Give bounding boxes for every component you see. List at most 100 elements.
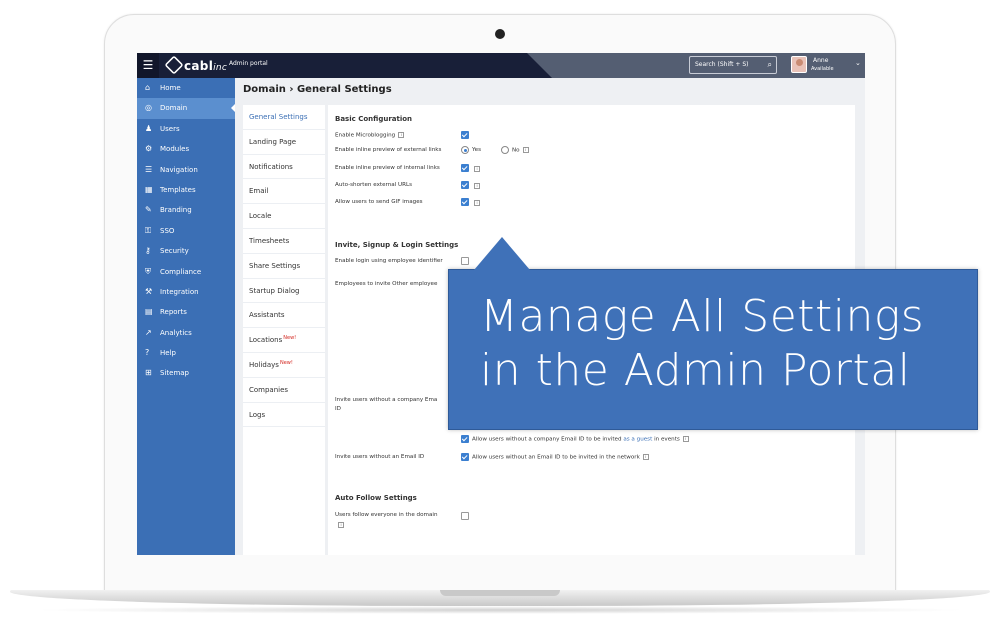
sidebar-item-sso[interactable]: ⚿ SSO — [137, 221, 235, 241]
no-email-checkbox[interactable] — [461, 453, 469, 461]
no-company-email-label-2: ID — [335, 406, 341, 412]
sidebar-item-reports[interactable]: ▤ Reports — [137, 302, 235, 322]
modules-icon: ⚙ — [145, 144, 153, 154]
internal-links-checkbox[interactable] — [461, 164, 469, 172]
logo-suffix: inc — [213, 63, 228, 73]
sidebar-item-label: Integration — [160, 287, 199, 296]
subnav-item-label: Landing Page — [249, 137, 297, 146]
sidebar-item-label: Compliance — [160, 267, 202, 276]
subnav-item-label: Timesheets — [249, 236, 290, 245]
camera-dot — [495, 29, 505, 39]
sidebar-item-label: Home — [160, 84, 181, 92]
logo[interactable]: cablinc — [184, 59, 227, 73]
invite-other-label: Employees to invite Other employee — [335, 281, 438, 287]
as-guest-link[interactable]: as a guest — [623, 437, 652, 443]
sidebar-item-templates[interactable]: ▦ Templates — [137, 180, 235, 200]
home-icon: ⌂ — [145, 83, 151, 92]
subnav-item-assistants[interactable]: Assistants — [243, 303, 325, 329]
info-icon[interactable]: i — [522, 147, 529, 153]
employee-id-label: Enable login using employee identifier — [335, 258, 443, 264]
follow-everyone-checkbox[interactable] — [461, 512, 469, 520]
sidebar-item-label: Modules — [160, 145, 190, 154]
guest-invite-checkbox[interactable] — [461, 435, 469, 443]
subnav-item-label: Companies — [249, 385, 289, 394]
user-menu[interactable]: Anne Available ⌄ — [789, 53, 865, 78]
logo-icon — [164, 55, 184, 75]
sidebar-item-domain[interactable]: ◎ Domain — [137, 98, 236, 119]
key-icon: ⚷ — [145, 246, 151, 256]
gif-checkbox[interactable] — [461, 198, 469, 206]
subnav-item-startup-dialog[interactable]: Startup Dialog — [243, 279, 325, 304]
subnav-item-share-settings[interactable]: Share Settings — [243, 254, 325, 279]
subnav-item-label: Holidays — [249, 360, 279, 369]
guest-invite-text: Allow users without a company Email ID t… — [472, 436, 622, 443]
subnav-item-locations[interactable]: LocationsNew! — [243, 328, 325, 353]
info-icon[interactable]: i — [474, 166, 480, 172]
subnav-item-general-settings[interactable]: General Settings — [243, 105, 325, 130]
info-icon[interactable]: i — [642, 454, 649, 460]
avatar[interactable] — [791, 56, 807, 73]
external-links-no-radio[interactable] — [501, 146, 509, 154]
info-icon[interactable]: i — [474, 200, 480, 206]
search-input[interactable]: Search (Shift + S) ⌕ — [689, 56, 777, 74]
info-icon[interactable]: i — [338, 522, 344, 528]
portal-label: Admin portal — [229, 60, 268, 67]
subnav-item-landing-page[interactable]: Landing Page — [243, 130, 325, 155]
subnav-item-email[interactable]: Email — [243, 179, 325, 205]
sidebar-item-integration[interactable]: ⚒ Integration — [137, 282, 235, 302]
microblogging-text: Enable Microblogging — [335, 132, 396, 139]
subnav-item-holidays[interactable]: HolidaysNew! — [243, 353, 325, 378]
subnav-item-timesheets[interactable]: Timesheets — [243, 229, 325, 254]
new-badge: New! — [279, 359, 293, 366]
subnav-item-companies[interactable]: Companies — [243, 378, 325, 403]
microblogging-checkbox[interactable] — [461, 131, 469, 139]
sidebar-item-label: Domain — [160, 104, 188, 113]
no-email-option-text: Allow users without an Email ID to be in… — [472, 454, 640, 461]
microblogging-label: Enable Microblogging i — [335, 132, 405, 139]
sidebar-item-label: Users — [160, 124, 180, 133]
info-icon[interactable]: i — [682, 436, 689, 442]
sidebar-item-analytics[interactable]: ↗ Analytics — [137, 323, 235, 343]
sidebar-item-branding[interactable]: ✎ Branding — [137, 200, 235, 220]
hamburger-icon[interactable]: ☰ — [137, 53, 159, 78]
subnav-item-locale[interactable]: Locale — [243, 204, 325, 229]
subnav-item-notifications[interactable]: Notifications — [243, 155, 325, 180]
sidebar-item-help[interactable]: ? Help — [137, 343, 235, 363]
invite-settings-heading: Invite, Signup & Login Settings — [335, 241, 459, 249]
internal-links-label: Enable inline preview of internal links — [335, 165, 440, 171]
sidebar-item-modules[interactable]: ⚙ Modules — [137, 139, 235, 159]
auto-follow-heading: Auto Follow Settings — [335, 494, 417, 502]
subnav-item-logs[interactable]: Logs — [243, 403, 325, 428]
sidebar-item-compliance[interactable]: ⛨ Compliance — [137, 262, 235, 282]
yes-label: Yes — [472, 147, 482, 153]
subnav-item-label: Assistants — [249, 311, 285, 320]
sidebar-item-label: Sitemap — [160, 369, 189, 378]
chevron-down-icon[interactable]: ⌄ — [855, 59, 861, 67]
info-icon[interactable]: i — [398, 132, 405, 138]
auto-shorten-checkbox[interactable] — [461, 181, 469, 189]
page-title: Domain › General Settings — [243, 84, 392, 95]
sidebar-item-label: Reports — [160, 308, 187, 317]
sso-icon: ⚿ — [145, 225, 152, 235]
sidebar-item-navigation[interactable]: ☰ Navigation — [137, 160, 235, 180]
plug-icon: ⚒ — [145, 286, 153, 296]
gif-label: Allow users to send GIF images — [335, 199, 423, 205]
sidebar-item-users[interactable]: ♟ Users — [137, 119, 235, 139]
external-links-yes-radio[interactable] — [461, 146, 469, 154]
sidebar-item-sitemap[interactable]: ⊞ Sitemap — [137, 363, 235, 383]
employee-id-checkbox[interactable] — [461, 257, 469, 265]
sidebar: ⌂ Home ◎ Domain ♟ Users ⚙ Modules ☰ Navigation ▦ Te… — [137, 78, 236, 555]
no-company-email-label: Invite users without a company Ema — [335, 397, 438, 403]
guest-invite-label: Allow users without a company Email ID t… — [472, 436, 689, 443]
sidebar-item-security[interactable]: ⚷ Security — [137, 241, 235, 261]
sidebar-item-label: Security — [160, 247, 189, 256]
help-icon: ? — [145, 348, 150, 358]
templates-icon: ▦ — [145, 184, 153, 194]
subnav-item-label: General Settings — [249, 113, 308, 121]
info-icon[interactable]: i — [474, 183, 480, 189]
no-email-label: Invite users without an Email ID — [335, 454, 425, 460]
sidebar-item-home[interactable]: ⌂ Home — [137, 78, 235, 98]
laptop-mockup: ☰ cablinc Admin portal Search (Shift + S… — [0, 0, 1000, 626]
search-icon[interactable]: ⌕ — [768, 57, 772, 73]
guest-invite-suffix: in events — [654, 436, 680, 443]
